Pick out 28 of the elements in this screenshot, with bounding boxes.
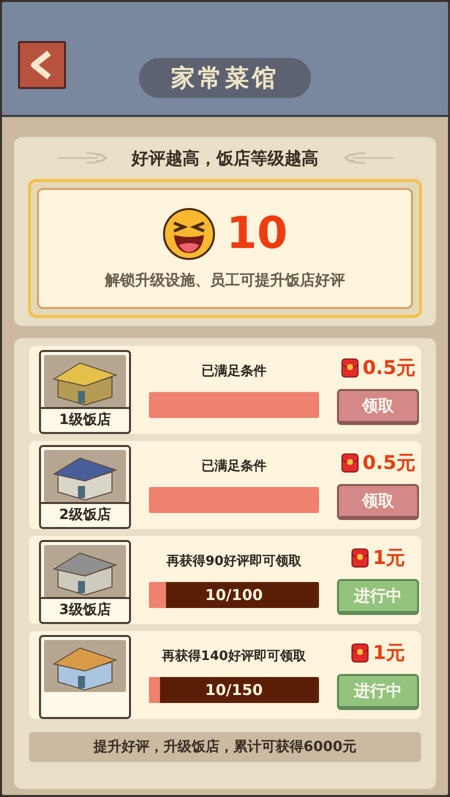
progress-text: 10/150 — [204, 680, 264, 701]
laughing-face-icon — [162, 207, 216, 261]
condition-text: 再获得90好评即可领取 — [166, 553, 302, 570]
envelope-icon — [340, 358, 359, 378]
condition-text: 再获得140好评即可领取 — [162, 648, 306, 665]
reward-amount: 0.5元 — [362, 356, 416, 381]
footer-banner: 提升好评，升级饭店，累计可获得6000元 — [29, 732, 421, 762]
in-progress-button[interactable]: 进行中 — [337, 674, 419, 710]
reward-amount: 0.5元 — [362, 451, 416, 476]
condition-text: 已满足条件 — [202, 458, 266, 475]
envelope-icon — [350, 643, 369, 663]
level-label: 2级饭店 — [41, 502, 129, 526]
rating-score: 10 — [226, 212, 288, 256]
envelope-icon — [340, 453, 359, 473]
rating-hint: 解锁升级设施、员工可提升饭店好评 — [105, 271, 345, 290]
level-label: 1级饭店 — [41, 407, 129, 431]
claim-button[interactable]: 领取 — [337, 484, 419, 520]
back-button[interactable] — [18, 41, 66, 89]
envelope-icon — [350, 548, 369, 568]
level-label: 3级饭店 — [41, 597, 129, 621]
rating-heading: 好评越高，饭店等级越高 — [132, 148, 318, 170]
in-progress-button[interactable]: 进行中 — [337, 579, 419, 615]
reward-amount: 1元 — [372, 546, 406, 571]
reward-amount: 1元 — [372, 641, 406, 666]
page-title: 家常菜馆 — [139, 58, 311, 98]
claim-button[interactable]: 领取 — [337, 389, 419, 425]
progress-text: 10/100 — [204, 585, 264, 606]
condition-text: 已满足条件 — [202, 363, 266, 380]
